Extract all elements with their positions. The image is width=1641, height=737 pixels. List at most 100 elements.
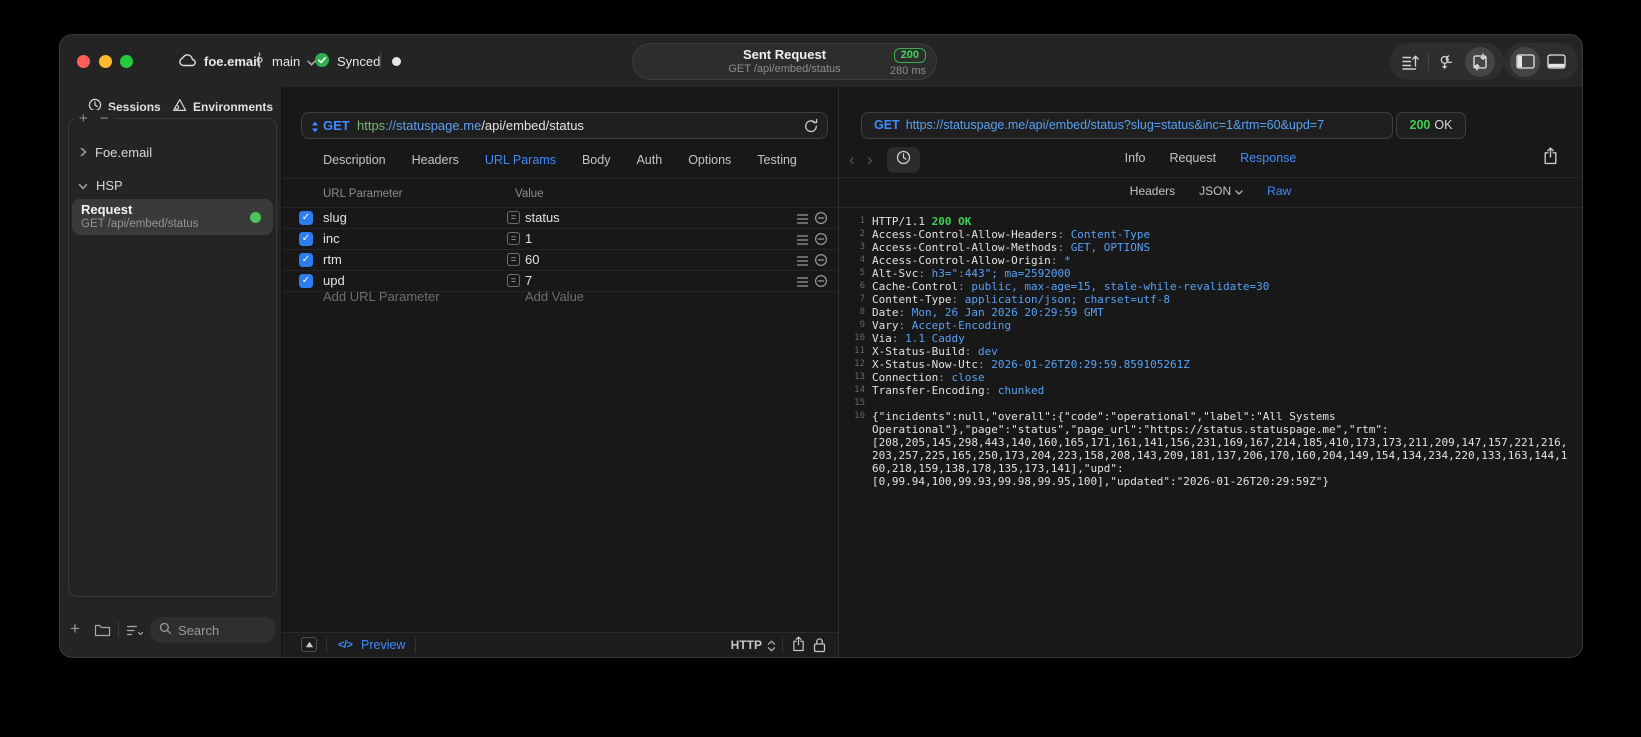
param-enabled-checkbox[interactable]: ✓ bbox=[299, 232, 313, 246]
param-enabled-checkbox[interactable]: ✓ bbox=[299, 211, 313, 225]
line-number bbox=[839, 462, 872, 475]
add-request-button[interactable]: + bbox=[70, 620, 80, 638]
param-name[interactable]: inc bbox=[323, 229, 340, 249]
toggle-bottom-panel-icon[interactable] bbox=[1545, 47, 1567, 77]
response-line: Operational"},"page":"status","page_url"… bbox=[839, 423, 1582, 436]
param-value[interactable]: 60 bbox=[525, 250, 539, 270]
param-remove-icon[interactable] bbox=[814, 211, 828, 230]
response-url-bar[interactable]: GET https://statuspage.me/api/embed/statu… bbox=[861, 112, 1393, 139]
zoom-button[interactable] bbox=[120, 55, 133, 68]
sync-branches-icon[interactable] bbox=[1436, 47, 1458, 77]
request-footer: </> Preview HTTP bbox=[282, 632, 838, 657]
response-subtab-headers[interactable]: Headers bbox=[1130, 184, 1175, 198]
method-stepper-icon[interactable] bbox=[311, 120, 319, 138]
request-tab-options[interactable]: Options bbox=[688, 153, 731, 167]
param-enabled-checkbox[interactable]: ✓ bbox=[299, 274, 313, 288]
sent-request-summary[interactable]: Sent Request GET /api/embed/status 200 2… bbox=[632, 43, 937, 80]
branch-name: main bbox=[272, 53, 301, 69]
request-item-title: Request bbox=[81, 202, 133, 217]
line-number: 7 bbox=[859, 294, 865, 304]
preview-button[interactable]: Preview bbox=[361, 633, 405, 657]
add-session-button[interactable]: + bbox=[79, 110, 88, 127]
share-icon[interactable] bbox=[792, 636, 805, 657]
request-tab-description[interactable]: Description bbox=[323, 153, 386, 167]
request-tab-testing[interactable]: Testing bbox=[757, 153, 797, 167]
response-status-badge: 200 OK bbox=[1396, 112, 1466, 139]
param-options-icon[interactable] bbox=[796, 212, 809, 230]
param-name[interactable]: slug bbox=[323, 208, 347, 228]
request-tab-headers[interactable]: Headers bbox=[412, 153, 459, 167]
response-tab-info[interactable]: Info bbox=[1125, 151, 1146, 165]
request-url-bar[interactable]: GET https://statuspage.me/api/embed/stat… bbox=[301, 112, 828, 139]
lock-icon[interactable] bbox=[813, 637, 826, 657]
branch-menu[interactable]: main bbox=[254, 51, 316, 71]
tree-item-hsp[interactable]: HSP bbox=[78, 178, 123, 193]
line-number: 9 bbox=[859, 320, 865, 330]
code-icon[interactable]: </> bbox=[338, 633, 353, 657]
response-line: 203,257,225,165,250,173,204,223,158,208,… bbox=[839, 449, 1582, 462]
environments-icon bbox=[172, 98, 187, 115]
param-remove-icon[interactable] bbox=[814, 232, 828, 251]
request-url[interactable]: https://statuspage.me/api/embed/status bbox=[357, 118, 584, 133]
url-host: ://statuspage.me bbox=[385, 118, 482, 133]
request-editor-panel: GET https://statuspage.me/api/embed/stat… bbox=[281, 87, 838, 657]
sync-label: Synced bbox=[337, 53, 381, 69]
cloud-icon bbox=[178, 53, 197, 70]
protocol-stepper-icon[interactable] bbox=[767, 639, 776, 657]
remove-session-button[interactable]: − bbox=[100, 110, 109, 127]
sync-status[interactable]: Synced bbox=[314, 51, 380, 71]
response-line: 11 X-Status-Build: dev bbox=[839, 345, 1582, 358]
line-number: 16 bbox=[854, 411, 865, 421]
protocol-selector[interactable]: HTTP bbox=[731, 633, 762, 657]
response-raw-lines[interactable]: 1 HTTP/1.1 200 OK 2 Access-Control-Allow-He… bbox=[839, 208, 1582, 657]
close-button[interactable] bbox=[77, 55, 90, 68]
toggle-sidebar-icon[interactable] bbox=[1510, 46, 1540, 77]
sync-request-icon[interactable] bbox=[1465, 46, 1495, 77]
response-line: 9 Vary: Accept-Encoding bbox=[839, 319, 1582, 332]
line-number: 6 bbox=[859, 281, 865, 291]
line-number bbox=[839, 449, 872, 462]
request-tab-url-params[interactable]: URL Params bbox=[485, 153, 556, 167]
param-options-icon[interactable] bbox=[796, 254, 809, 272]
add-value[interactable]: Add Value bbox=[525, 287, 584, 307]
response-subtab-raw[interactable]: Raw bbox=[1267, 184, 1291, 198]
divider bbox=[415, 637, 416, 653]
export-response-icon[interactable] bbox=[1543, 147, 1558, 170]
param-name[interactable]: rtm bbox=[323, 250, 342, 270]
new-folder-icon[interactable] bbox=[94, 623, 111, 642]
resend-icon[interactable] bbox=[804, 118, 818, 138]
tree-item-label: HSP bbox=[96, 178, 123, 193]
response-subtab-json[interactable]: JSON bbox=[1199, 184, 1243, 198]
param-value[interactable]: 1 bbox=[525, 229, 532, 249]
check-circle-icon bbox=[314, 52, 330, 71]
response-tab-request[interactable]: Request bbox=[1170, 151, 1217, 165]
param-options-icon[interactable] bbox=[796, 233, 809, 251]
sidebar-footer: + Search bbox=[60, 617, 281, 645]
tab-environments[interactable]: Environments bbox=[172, 98, 273, 115]
response-subtabs: Headers JSON Raw bbox=[839, 184, 1582, 198]
minimize-button[interactable] bbox=[98, 55, 112, 68]
param-remove-icon[interactable] bbox=[814, 253, 828, 272]
project-menu[interactable]: foe.email bbox=[178, 51, 260, 71]
response-line: 2 Access-Control-Allow-Headers: Content-T… bbox=[839, 228, 1582, 241]
param-enabled-checkbox[interactable]: ✓ bbox=[299, 253, 313, 267]
request-success-dot bbox=[250, 212, 261, 223]
line-number bbox=[839, 423, 872, 436]
search-input[interactable]: Search bbox=[150, 617, 276, 643]
tree-item-foe-email[interactable]: Foe.email bbox=[80, 145, 152, 160]
tab-environments-label: Environments bbox=[193, 99, 274, 114]
response-method: GET bbox=[874, 118, 900, 132]
param-row: ✓ inc = 1 bbox=[282, 229, 838, 250]
request-tab-auth[interactable]: Auth bbox=[636, 153, 662, 167]
expand-panel-button[interactable] bbox=[301, 637, 317, 652]
param-value[interactable]: status bbox=[525, 208, 560, 228]
export-list-icon[interactable] bbox=[1399, 47, 1421, 77]
sort-list-icon[interactable] bbox=[126, 624, 144, 642]
project-name: foe.email bbox=[204, 53, 261, 69]
add-url-parameter[interactable]: Add URL Parameter bbox=[323, 287, 440, 307]
request-list-item[interactable]: Request GET /api/embed/status bbox=[72, 199, 273, 235]
response-url: https://statuspage.me/api/embed/status?s… bbox=[905, 118, 1325, 132]
request-method[interactable]: GET bbox=[323, 118, 350, 133]
request-tab-body[interactable]: Body bbox=[582, 153, 611, 167]
response-tab-response[interactable]: Response bbox=[1240, 151, 1296, 165]
